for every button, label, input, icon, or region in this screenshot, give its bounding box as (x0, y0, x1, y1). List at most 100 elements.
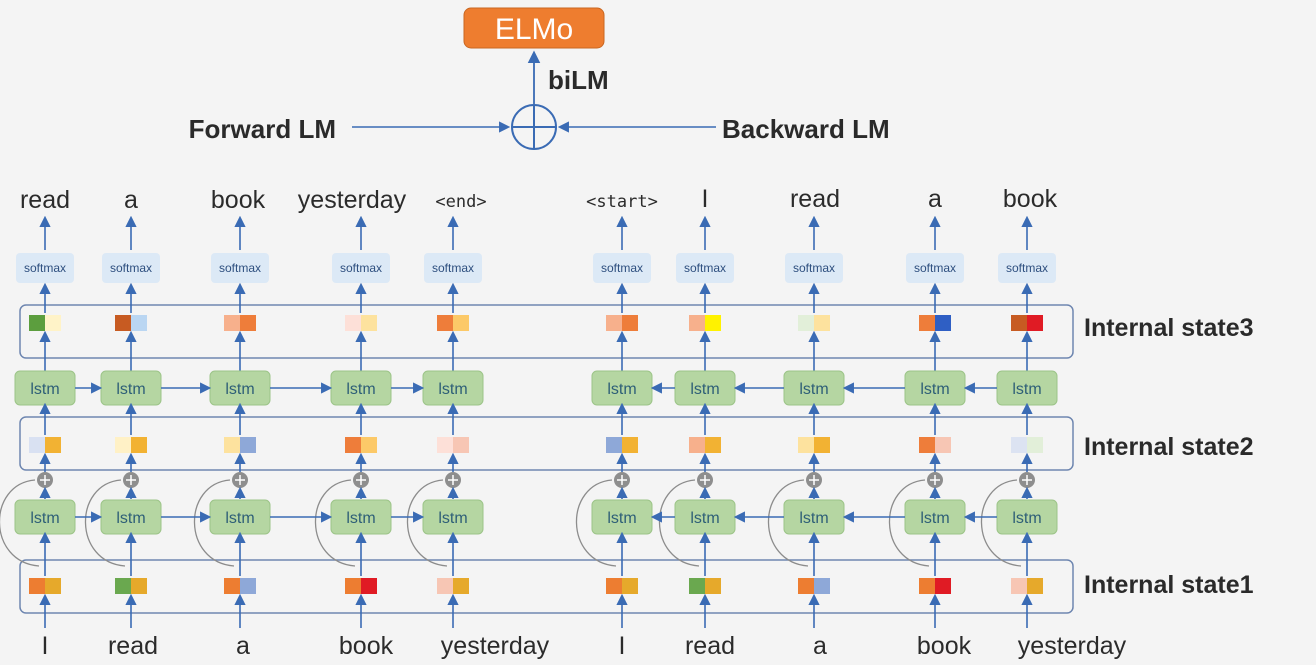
backward-1-state2-vec-a (689, 437, 705, 453)
elmo-box: ELMo (463, 7, 605, 49)
backward-3-output-word: a (928, 185, 942, 213)
backward-2-lstm1-label: lstm (799, 510, 828, 527)
backward-1-lstm1-label: lstm (690, 510, 719, 527)
backward-3-state3-vec-a (919, 315, 935, 331)
forward-0-lstm2-label: lstm (30, 381, 59, 398)
forward-2-state1-vec-a (224, 578, 240, 594)
forward-2-state1-vec-b (240, 578, 256, 594)
backward-0-output-word: <start> (586, 192, 658, 212)
forward-4-state2-vec-b (453, 437, 469, 453)
forward-4-lstm2-label: lstm (438, 381, 467, 398)
forward-3-softmax-label: softmax (340, 261, 382, 275)
backward-0-lstm1-label: lstm (607, 510, 636, 527)
forward-3-state3-vec-a (345, 315, 361, 331)
forward-2-lstm1-label: lstm (225, 510, 254, 527)
forward-2-state3-vec-b (240, 315, 256, 331)
forward-0-state3-vec-b (45, 315, 61, 331)
backward-3-state2-vec-b (935, 437, 951, 453)
forward-3-state2-vec-b (361, 437, 377, 453)
forward-1-input-word: read (108, 632, 158, 660)
forward-0-state1-vec-a (29, 578, 45, 594)
backward-1-state3-vec-a (689, 315, 705, 331)
backward-1-input-word: read (685, 632, 735, 660)
backward-2-state2-vec-a (798, 437, 814, 453)
backward-4-input-word: yesterday (1018, 632, 1127, 660)
backward-1-softmax-label: softmax (684, 261, 726, 275)
backward-0-state2-vec-b (622, 437, 638, 453)
backward-2-softmax-label: softmax (793, 261, 835, 275)
backward-0-lstm2-label: lstm (607, 381, 636, 398)
backward-4-softmax-label: softmax (1006, 261, 1048, 275)
forward-0-softmax-label: softmax (24, 261, 66, 275)
forward-4-output-word: <end> (435, 192, 486, 212)
backward-4-lstm2-label: lstm (1012, 381, 1041, 398)
backward-3-state1-vec-b (935, 578, 951, 594)
backward-4-state1-vec-b (1027, 578, 1043, 594)
backward-2-lstm2-label: lstm (799, 381, 828, 398)
forward-1-state1-vec-b (131, 578, 147, 594)
forward-1-state1-vec-a (115, 578, 131, 594)
backward-0-state2-vec-a (606, 437, 622, 453)
forward-1-state3-vec-b (131, 315, 147, 331)
forward-lm-label: Forward LM (189, 114, 336, 144)
backward-2-output-word: read (790, 185, 840, 213)
backward-1-state2-vec-b (705, 437, 721, 453)
backward-2-state1-vec-b (814, 578, 830, 594)
forward-4-state1-vec-b (453, 578, 469, 594)
columns-layer: read softmax lstm lstm Ia softmax lstm lstm read… (0, 185, 1127, 660)
forward-4-lstm1-label: lstm (438, 510, 467, 527)
backward-1-output-word: I (702, 185, 709, 213)
forward-3-state1-vec-b (361, 578, 377, 594)
forward-2-lstm2-label: lstm (225, 381, 254, 398)
forward-3-lstm1-label: lstm (346, 510, 375, 527)
backward-0-softmax-label: softmax (601, 261, 643, 275)
backward-3-lstm2-label: lstm (920, 381, 949, 398)
panel-state2 (19, 416, 1074, 471)
backward-2-state3-vec-b (814, 315, 830, 331)
forward-4-state3-vec-b (453, 315, 469, 331)
backward-3-state2-vec-a (919, 437, 935, 453)
forward-1-output-word: a (124, 186, 138, 214)
backward-1-state3-vec-b (705, 315, 721, 331)
forward-1-state3-vec-a (115, 315, 131, 331)
backward-0-state1-vec-a (606, 578, 622, 594)
state3-label: Internal state3 (1084, 314, 1254, 342)
state1-label: Internal state1 (1084, 571, 1254, 599)
backward-4-state3-vec-a (1011, 315, 1027, 331)
forward-3-state2-vec-a (345, 437, 361, 453)
elmo-title: ELMo (495, 13, 573, 46)
forward-2-state2-vec-a (224, 437, 240, 453)
backward-3-softmax-label: softmax (914, 261, 956, 275)
backward-3-lstm1-label: lstm (920, 510, 949, 527)
forward-2-softmax-label: softmax (219, 261, 261, 275)
backward-0-input-word: I (619, 632, 626, 660)
forward-3-state3-vec-b (361, 315, 377, 331)
backward-4-state1-vec-a (1011, 578, 1027, 594)
forward-3-state1-vec-a (345, 578, 361, 594)
backward-2-state3-vec-a (798, 315, 814, 331)
backward-1-state1-vec-a (689, 578, 705, 594)
combine-plus-icon (511, 104, 557, 150)
backward-2-input-word: a (813, 632, 827, 660)
forward-0-state3-vec-a (29, 315, 45, 331)
backward-3-state1-vec-a (919, 578, 935, 594)
forward-1-lstm2-label: lstm (116, 381, 145, 398)
forward-2-state2-vec-b (240, 437, 256, 453)
forward-4-state3-vec-a (437, 315, 453, 331)
backward-4-state2-vec-a (1011, 437, 1027, 453)
backward-4-lstm1-label: lstm (1012, 510, 1041, 527)
backward-4-state3-vec-b (1027, 315, 1043, 331)
panel-state3 (19, 304, 1074, 359)
forward-3-output-word: yesterday (298, 186, 407, 214)
forward-4-softmax-label: softmax (432, 261, 474, 275)
forward-1-lstm1-label: lstm (116, 510, 145, 527)
forward-2-input-word: a (236, 632, 250, 660)
forward-2-output-word: book (211, 186, 266, 214)
forward-1-state2-vec-b (131, 437, 147, 453)
backward-lm-label: Backward LM (722, 114, 890, 144)
forward-4-state1-vec-a (437, 578, 453, 594)
forward-4-input-word: yesterday (441, 632, 550, 660)
forward-0-state2-vec-b (45, 437, 61, 453)
forward-0-lstm1-label: lstm (30, 510, 59, 527)
forward-0-state1-vec-b (45, 578, 61, 594)
